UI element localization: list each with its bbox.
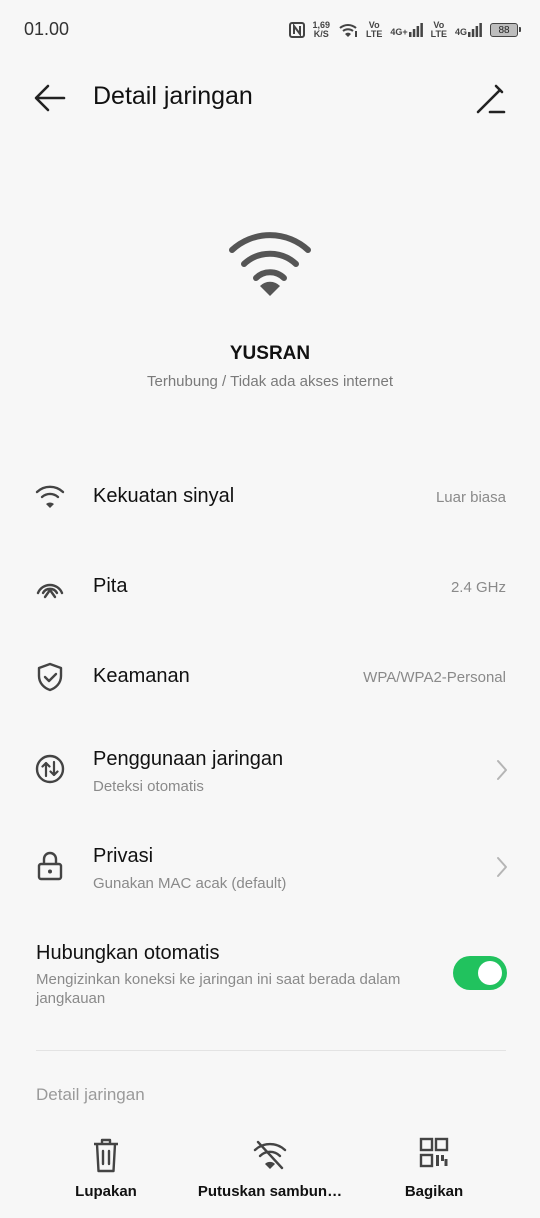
battery-icon: 88 xyxy=(490,23,521,37)
chevron-right-icon xyxy=(497,857,507,877)
band-icon xyxy=(36,583,64,599)
sim1-network-type: 4G+ xyxy=(390,27,408,37)
status-icons: 1,69 K/S Vo LTE 4G+ Vo LTE 4G 88 xyxy=(288,18,521,42)
forget-button[interactable]: Lupakan xyxy=(26,1135,186,1207)
row-sublabel: Gunakan MAC acak (default) xyxy=(93,875,287,892)
data-usage-icon xyxy=(35,754,65,784)
row-value: 2.4 GHz xyxy=(450,579,506,596)
app-header: Detail jaringan xyxy=(0,58,540,138)
auto-connect-description: Mengizinkan koneksi ke jaringan ini saat… xyxy=(36,971,401,1007)
wifi-off-icon xyxy=(253,1140,287,1170)
volte-1-bottom: LTE xyxy=(366,29,383,39)
lock-icon xyxy=(37,851,63,881)
row-security: Keamanan WPA/WPA2-Personal xyxy=(0,637,540,717)
qr-code-icon xyxy=(419,1137,449,1168)
auto-connect-toggle[interactable] xyxy=(453,956,507,990)
forget-label: Lupakan xyxy=(75,1183,137,1200)
sim2-signal: 4G xyxy=(455,23,482,37)
toggle-knob xyxy=(478,961,502,985)
battery-level: 88 xyxy=(498,24,510,36)
volte-2: Vo LTE xyxy=(431,21,447,39)
network-speed-unit: K/S xyxy=(313,29,329,39)
row-network-usage[interactable]: Penggunaan jaringan Deteksi otomatis xyxy=(0,727,540,824)
disconnect-button[interactable]: Putuskan sambun… xyxy=(190,1135,350,1207)
row-value: Luar biasa xyxy=(435,489,506,506)
network-speed: 1,69 K/S xyxy=(313,21,331,39)
sim2-network-type: 4G xyxy=(454,27,467,37)
signal-bars-icon xyxy=(468,23,482,37)
arrow-left-icon[interactable] xyxy=(30,78,70,118)
edit-pencil-icon[interactable] xyxy=(470,78,510,118)
row-label: Penggunaan jaringan xyxy=(93,748,284,770)
share-button[interactable]: Bagikan xyxy=(354,1135,514,1207)
sim1-signal: 4G+ xyxy=(390,23,423,37)
nfc-icon xyxy=(288,22,305,38)
volte-1: Vo LTE xyxy=(366,21,382,39)
chevron-right-icon xyxy=(497,760,507,780)
row-label: Pita xyxy=(93,575,128,597)
divider xyxy=(36,1050,506,1051)
status-bar: 01.00 1,69 K/S Vo LTE 4G+ Vo LTE 4G 88 xyxy=(0,0,540,58)
shield-check-icon xyxy=(37,662,63,692)
bottom-action-bar: Lupakan Putuskan sambun… Bagikan xyxy=(0,1125,540,1218)
signal-bars-icon xyxy=(408,23,423,37)
trash-icon xyxy=(94,1138,118,1173)
row-privacy[interactable]: Privasi Gunakan MAC acak (default) xyxy=(0,824,540,921)
share-label: Bagikan xyxy=(404,1183,464,1200)
wifi-hero-icon xyxy=(229,232,311,296)
auto-connect-title: Hubungkan otomatis xyxy=(36,942,220,964)
wifi-status-icon xyxy=(339,24,358,37)
row-label: Privasi xyxy=(93,845,154,867)
network-ssid: YUSRAN xyxy=(229,343,311,364)
connection-status: Terhubung / Tidak ada akses internet xyxy=(147,373,393,390)
disconnect-label: Putuskan sambun… xyxy=(197,1183,343,1200)
row-signal-strength: Kekuatan sinyal Luar biasa xyxy=(0,457,540,537)
row-label: Kekuatan sinyal xyxy=(93,485,235,507)
row-sublabel: Deteksi otomatis xyxy=(93,778,204,795)
status-time: 01.00 xyxy=(24,19,70,39)
row-label: Keamanan xyxy=(93,665,190,687)
page-title: Detail jaringan xyxy=(93,82,253,110)
wifi-signal-icon xyxy=(35,485,65,508)
row-band: Pita 2.4 GHz xyxy=(0,547,540,627)
section-title: Detail jaringan xyxy=(36,1085,145,1104)
row-value: WPA/WPA2-Personal xyxy=(363,669,506,686)
volte-2-bottom: LTE xyxy=(430,29,447,39)
